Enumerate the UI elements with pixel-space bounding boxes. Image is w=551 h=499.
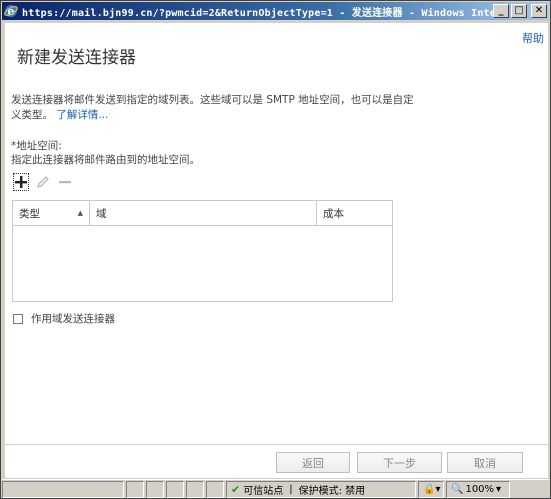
add-button[interactable] [13, 173, 29, 191]
address-space-toolbar [13, 173, 73, 191]
address-space-label: *地址空间: [11, 140, 62, 152]
column-header-label: 成本 [323, 207, 344, 220]
close-button[interactable]: ✕ [531, 4, 547, 18]
status-cell [186, 480, 204, 498]
security-icon: 🔒▾ [423, 483, 441, 495]
scope-checkbox-label: 作用域发送连接器 [31, 313, 115, 325]
scope-checkbox[interactable] [13, 313, 23, 324]
column-header-label: 域 [96, 207, 107, 220]
next-button[interactable]: 下一步 [357, 452, 442, 473]
plus-icon [15, 176, 27, 188]
security-zone[interactable]: ✔ 可信站点 | 保护模式: 禁用 [226, 480, 416, 498]
status-cell [2, 480, 124, 498]
internet-explorer-icon: e [4, 4, 18, 18]
status-cell [166, 480, 184, 498]
minus-icon [59, 181, 71, 184]
window-title: https://mail.bjn99.cn/?pwmcid=2&ReturnOb… [22, 7, 493, 19]
table-header: 类型 ▲ 域 成本 [13, 201, 392, 226]
dialog-content: 帮助 新建发送连接器 发送连接器将邮件发送到指定的域列表。这些域可以是 SMTP… [5, 23, 548, 478]
window-controls: _ □ ✕ [493, 4, 547, 18]
cancel-button[interactable]: 取消 [447, 452, 523, 473]
status-cell [126, 480, 144, 498]
title-bar: e https://mail.bjn99.cn/?pwmcid=2&Return… [2, 2, 549, 20]
protected-mode-label: 保护模式: 禁用 [298, 485, 366, 497]
learn-more-link[interactable]: 了解详情... [56, 109, 108, 121]
column-header-cost[interactable]: 成本 [317, 201, 392, 225]
help-link[interactable]: 帮助 [522, 30, 544, 46]
zoom-icon: 🔍 [451, 483, 464, 495]
chevron-down-icon: ▾ [496, 483, 502, 495]
maximize-button[interactable]: □ [511, 4, 527, 18]
page-title: 新建发送连接器 [17, 48, 136, 68]
address-space-table: 类型 ▲ 域 成本 [12, 200, 393, 302]
minimize-button[interactable]: _ [493, 4, 509, 18]
zone-label: 可信站点 [243, 485, 284, 497]
security-options-button[interactable]: 🔒▾ [418, 480, 444, 498]
address-space-section: *地址空间: 指定此连接器将邮件路由到的地址空间。 [11, 139, 200, 167]
column-header-type[interactable]: 类型 ▲ [13, 201, 90, 225]
footer-divider [5, 444, 548, 445]
browser-window: e https://mail.bjn99.cn/?pwmcid=2&Return… [0, 0, 551, 499]
pencil-icon [36, 176, 49, 189]
zoom-button[interactable]: 🔍 100% ▾ [446, 480, 510, 498]
separator: | [289, 483, 293, 495]
description: 发送连接器将邮件发送到指定的域列表。这些域可以是 SMTP 地址空间，也可以是自… [11, 93, 421, 123]
remove-button[interactable] [57, 173, 73, 191]
back-button[interactable]: 返回 [276, 452, 350, 473]
sort-ascending-icon: ▲ [77, 209, 83, 217]
edit-button[interactable] [35, 173, 51, 191]
address-space-hint: 指定此连接器将邮件路由到的地址空间。 [11, 154, 200, 166]
zoom-level: 100% [465, 483, 495, 495]
column-header-domain[interactable]: 域 [90, 201, 317, 225]
status-bar: ✔ 可信站点 | 保护模式: 禁用 🔒▾ 🔍 100% ▾ [2, 479, 549, 498]
column-header-label: 类型 [19, 207, 40, 220]
scope-checkbox-row: 作用域发送连接器 [13, 311, 115, 326]
status-cell [146, 480, 164, 498]
status-cell [206, 480, 224, 498]
table-body [13, 226, 392, 301]
checkmark-icon: ✔ [231, 482, 241, 496]
